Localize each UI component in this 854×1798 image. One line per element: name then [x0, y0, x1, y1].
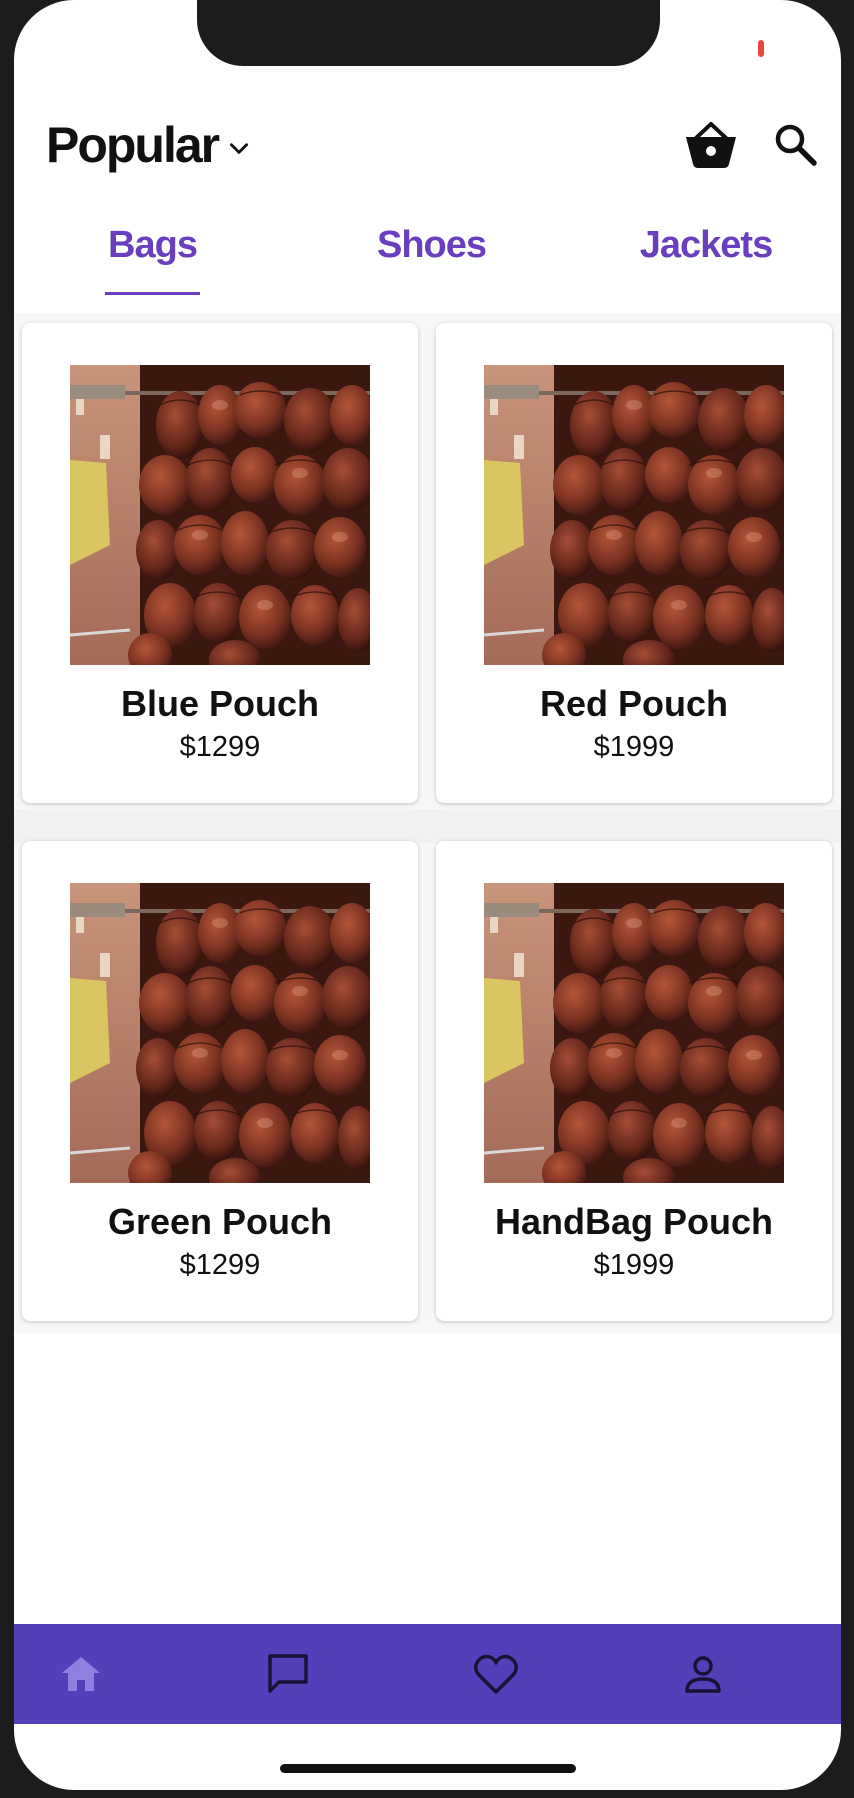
app-header: Popular	[14, 110, 841, 180]
active-tab-indicator	[105, 292, 200, 295]
basket-icon[interactable]	[684, 120, 738, 170]
page-title: Popular	[46, 117, 220, 173]
leather-bags-photo	[484, 365, 784, 665]
tab-jackets[interactable]: Jackets	[631, 215, 781, 295]
tab-label: Bags	[108, 224, 198, 266]
product-grid: Blue Pouch $1299 Red Pouch $1999 Green P…	[14, 313, 841, 1333]
product-price: $1299	[179, 731, 261, 763]
product-image	[484, 883, 784, 1183]
product-card[interactable]: Red Pouch $1999	[436, 323, 832, 803]
bottom-navigation	[14, 1624, 841, 1724]
leather-bags-photo	[70, 365, 370, 665]
product-price: $1299	[179, 1249, 261, 1281]
phone-screen: Popular Bags Shoes Jackets Blue Pouch $1…	[14, 0, 841, 1790]
product-name: HandBag Pouch	[494, 1201, 773, 1242]
tab-label: Jackets	[639, 224, 773, 266]
tab-shoes[interactable]: Shoes	[369, 215, 494, 295]
recording-indicator	[758, 40, 764, 57]
chevron-down-icon	[230, 143, 249, 154]
chat-icon[interactable]	[263, 1649, 313, 1699]
product-image	[484, 365, 784, 665]
product-name: Blue Pouch	[120, 683, 320, 724]
product-card[interactable]: Blue Pouch $1299	[22, 323, 418, 803]
product-price: $1999	[593, 731, 675, 763]
product-price: $1999	[593, 1249, 675, 1281]
tab-bags[interactable]: Bags	[105, 215, 200, 295]
product-name: Red Pouch	[539, 683, 728, 724]
leather-bags-photo	[70, 883, 370, 1183]
product-name: Green Pouch	[107, 1201, 333, 1242]
product-image	[70, 883, 370, 1183]
category-dropdown[interactable]: Popular	[46, 110, 252, 180]
product-card[interactable]: Green Pouch $1299	[22, 841, 418, 1321]
heart-icon[interactable]	[471, 1649, 521, 1699]
search-icon[interactable]	[771, 120, 821, 170]
tab-label: Shoes	[376, 224, 487, 266]
home-icon[interactable]	[56, 1649, 106, 1699]
product-image	[70, 365, 370, 665]
category-tabs: Bags Shoes Jackets	[14, 215, 841, 295]
product-card[interactable]: HandBag Pouch $1999	[436, 841, 832, 1321]
leather-bags-photo	[484, 883, 784, 1183]
device-notch	[197, 0, 660, 66]
home-indicator	[280, 1764, 576, 1773]
person-icon[interactable]	[678, 1649, 728, 1699]
row-divider	[14, 809, 841, 843]
